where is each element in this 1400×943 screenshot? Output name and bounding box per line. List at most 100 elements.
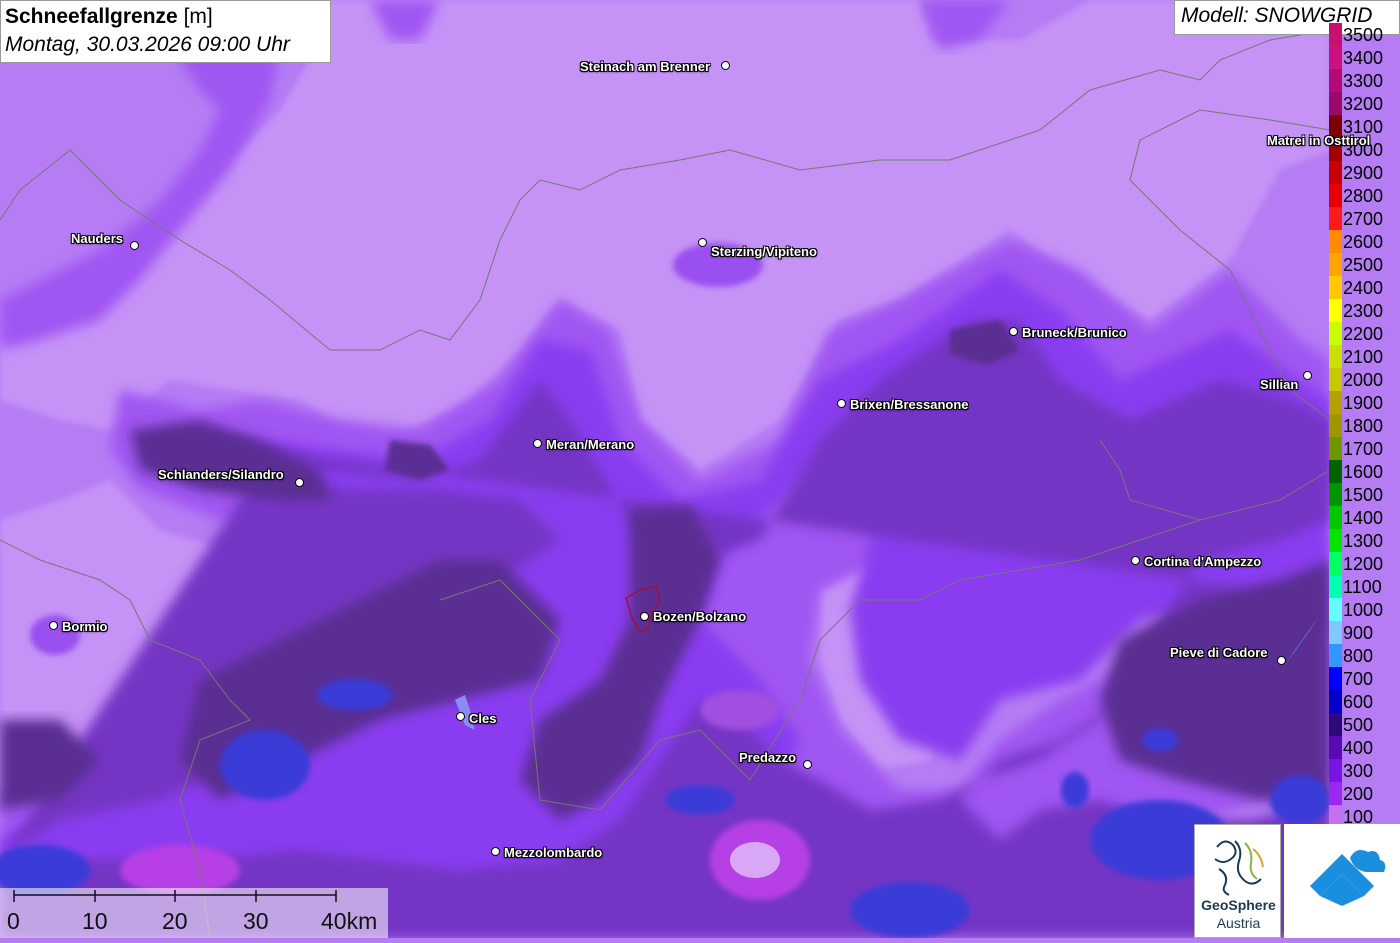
map-title-main: Schneefallgrenze <box>5 5 178 28</box>
legend-row: 2700 <box>1329 207 1400 230</box>
legend-label: 2500 <box>1343 255 1384 275</box>
legend-label: 3200 <box>1343 94 1384 114</box>
legend-row: 1700 <box>1329 437 1400 460</box>
legend-label: 2000 <box>1343 370 1384 390</box>
city-marker <box>491 847 500 856</box>
map-title: Schneefallgrenze [m] <box>5 3 326 31</box>
blue-patch-1 <box>317 679 393 711</box>
city-label: Steinach am Brenner <box>580 59 711 74</box>
city-label: Cles <box>469 711 497 726</box>
legend-swatch <box>1329 782 1342 805</box>
legend-swatch <box>1329 713 1342 736</box>
scale-label-0: 0 <box>7 908 20 934</box>
legend-swatch <box>1329 506 1342 529</box>
snowgrid-logo[interactable] <box>1284 824 1400 938</box>
legend-row: 3500 <box>1329 23 1400 46</box>
legend-label: 2600 <box>1343 232 1384 252</box>
legend-swatch <box>1329 161 1342 184</box>
legend-swatch <box>1329 437 1342 460</box>
legend-swatch <box>1329 69 1342 92</box>
map-datetime: Montag, 30.03.2026 09:00 Uhr <box>5 33 290 56</box>
scale-bar: 0 10 20 30 40km <box>0 888 388 938</box>
legend-label: 1100 <box>1343 577 1382 597</box>
legend-row: 2300 <box>1329 299 1400 322</box>
legend-row: 600 <box>1329 690 1400 713</box>
legend-row: 2800 <box>1329 184 1400 207</box>
legend-label: 300 <box>1343 761 1374 781</box>
city-marker <box>721 61 730 70</box>
legend-label: 2200 <box>1343 324 1384 344</box>
city-label: Nauders <box>71 231 124 246</box>
legend-label: 800 <box>1343 646 1374 666</box>
legend-label: 1200 <box>1343 554 1384 574</box>
city-marker <box>49 621 58 630</box>
legend-row: 1600 <box>1329 460 1400 483</box>
legend-row: 900 <box>1329 621 1400 644</box>
city-label: Matrei in Osttirol <box>1267 133 1371 148</box>
geosphere-logo[interactable]: GeoSphere Austria <box>1194 824 1281 938</box>
legend-row: 2000 <box>1329 368 1400 391</box>
legend-row: 500 <box>1329 713 1400 736</box>
legend-label: 1900 <box>1343 393 1384 413</box>
magenta-patch-2 <box>730 842 780 878</box>
legend-label: 1300 <box>1343 531 1384 551</box>
legend-swatch <box>1329 368 1342 391</box>
legend-label: 3500 <box>1343 25 1384 45</box>
legend-row: 2100 <box>1329 345 1400 368</box>
city-marker <box>698 238 707 247</box>
blue-patch-5 <box>1142 728 1178 752</box>
city-marker <box>456 712 465 721</box>
legend-swatch <box>1329 391 1342 414</box>
legend-label: 1400 <box>1343 508 1384 528</box>
legend-row: 1900 <box>1329 391 1400 414</box>
legend-label: 1000 <box>1343 600 1384 620</box>
legend-row: 2500 <box>1329 253 1400 276</box>
city-marker <box>295 478 304 487</box>
legend-label: 2300 <box>1343 301 1384 321</box>
legend-label: 1700 <box>1343 439 1384 459</box>
legend-label: 2100 <box>1343 347 1384 367</box>
legend-swatch <box>1329 621 1342 644</box>
city-marker <box>1277 656 1286 665</box>
legend-swatch <box>1329 322 1342 345</box>
legend-label: 900 <box>1343 623 1374 643</box>
legend-row: 1100 <box>1329 575 1400 598</box>
legend-row: 2400 <box>1329 276 1400 299</box>
magenta-patch-4 <box>700 690 780 730</box>
legend-label: 3300 <box>1343 71 1384 91</box>
legend-row: 300 <box>1329 759 1400 782</box>
legend-row: 1400 <box>1329 506 1400 529</box>
blue-patch-4 <box>850 882 970 938</box>
legend-label: 500 <box>1343 715 1374 735</box>
legend-swatch <box>1329 207 1342 230</box>
legend-swatch <box>1329 759 1342 782</box>
legend-row: 2600 <box>1329 230 1400 253</box>
legend-row: 700 <box>1329 667 1400 690</box>
scale-label-20: 20 <box>162 908 188 934</box>
legend-row: 1300 <box>1329 529 1400 552</box>
legend-swatch <box>1329 644 1342 667</box>
city-marker <box>1303 371 1312 380</box>
legend-label: 2700 <box>1343 209 1384 229</box>
legend-swatch <box>1329 414 1342 437</box>
blue-patch-3 <box>665 785 735 815</box>
legend-swatch <box>1329 184 1342 207</box>
legend-row: 1800 <box>1329 414 1400 437</box>
snowgrid-cloud-icon <box>1310 850 1386 906</box>
blue-patch-2 <box>220 730 310 800</box>
city-label: Schlanders/Silandro <box>158 467 284 482</box>
legend-label: 1800 <box>1343 416 1384 436</box>
city-label: Bormio <box>62 619 108 634</box>
legend-row: 800 <box>1329 644 1400 667</box>
legend-swatch <box>1329 46 1342 69</box>
legend-swatch <box>1329 529 1342 552</box>
scale-label-30: 30 <box>243 908 269 934</box>
legend-row: 3300 <box>1329 69 1400 92</box>
legend-swatch <box>1329 253 1342 276</box>
legend-label: 1600 <box>1343 462 1384 482</box>
legend-swatch <box>1329 230 1342 253</box>
geosphere-text-1: GeoSphere <box>1201 897 1276 913</box>
legend-row: 400 <box>1329 736 1400 759</box>
city-marker <box>1131 556 1140 565</box>
city-label: Brixen/Bressanone <box>850 397 969 412</box>
